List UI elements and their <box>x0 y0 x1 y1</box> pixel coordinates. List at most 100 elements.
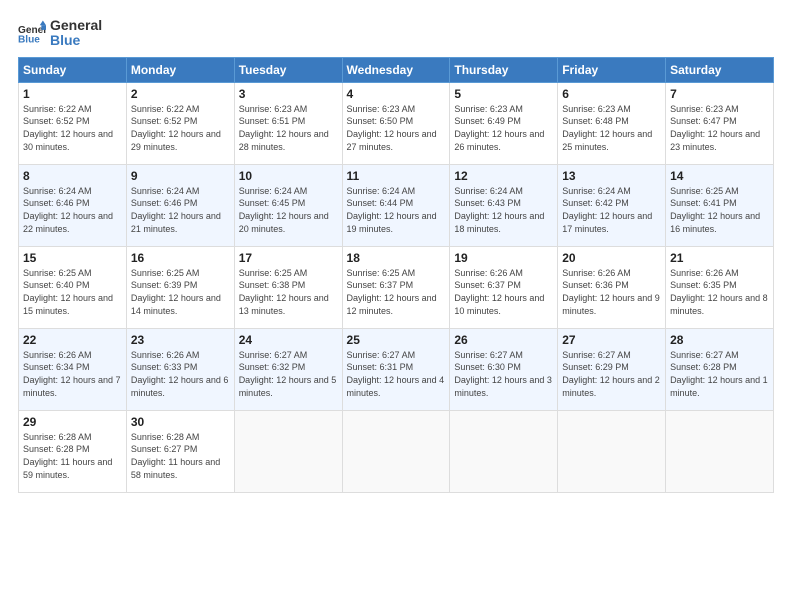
day-info: Sunrise: 6:25 AMSunset: 6:41 PMDaylight:… <box>670 185 769 235</box>
calendar-cell: 2 Sunrise: 6:22 AMSunset: 6:52 PMDayligh… <box>126 82 234 164</box>
calendar-cell: 23 Sunrise: 6:26 AMSunset: 6:33 PMDaylig… <box>126 328 234 410</box>
day-info: Sunrise: 6:23 AMSunset: 6:48 PMDaylight:… <box>562 103 661 153</box>
day-info: Sunrise: 6:24 AMSunset: 6:46 PMDaylight:… <box>131 185 230 235</box>
calendar-cell: 28 Sunrise: 6:27 AMSunset: 6:28 PMDaylig… <box>666 328 774 410</box>
day-info: Sunrise: 6:22 AMSunset: 6:52 PMDaylight:… <box>23 103 122 153</box>
day-header-friday: Friday <box>558 57 666 82</box>
calendar-cell: 10 Sunrise: 6:24 AMSunset: 6:45 PMDaylig… <box>234 164 342 246</box>
day-number: 3 <box>239 87 338 101</box>
week-row-2: 8 Sunrise: 6:24 AMSunset: 6:46 PMDayligh… <box>19 164 774 246</box>
day-info: Sunrise: 6:24 AMSunset: 6:42 PMDaylight:… <box>562 185 661 235</box>
day-header-saturday: Saturday <box>666 57 774 82</box>
calendar-cell: 25 Sunrise: 6:27 AMSunset: 6:31 PMDaylig… <box>342 328 450 410</box>
logo: General Blue General Blue <box>18 18 102 49</box>
day-info: Sunrise: 6:25 AMSunset: 6:40 PMDaylight:… <box>23 267 122 317</box>
day-number: 30 <box>131 415 230 429</box>
day-info: Sunrise: 6:26 AMSunset: 6:34 PMDaylight:… <box>23 349 122 399</box>
calendar-cell: 27 Sunrise: 6:27 AMSunset: 6:29 PMDaylig… <box>558 328 666 410</box>
day-number: 24 <box>239 333 338 347</box>
day-number: 25 <box>347 333 446 347</box>
day-info: Sunrise: 6:27 AMSunset: 6:31 PMDaylight:… <box>347 349 446 399</box>
calendar-cell: 21 Sunrise: 6:26 AMSunset: 6:35 PMDaylig… <box>666 246 774 328</box>
day-number: 11 <box>347 169 446 183</box>
day-number: 12 <box>454 169 553 183</box>
calendar-page: General Blue General Blue SundayMondayTu… <box>0 0 792 612</box>
calendar-cell: 24 Sunrise: 6:27 AMSunset: 6:32 PMDaylig… <box>234 328 342 410</box>
day-info: Sunrise: 6:28 AMSunset: 6:28 PMDaylight:… <box>23 431 122 481</box>
day-number: 7 <box>670 87 769 101</box>
week-row-5: 29 Sunrise: 6:28 AMSunset: 6:28 PMDaylig… <box>19 410 774 492</box>
day-number: 2 <box>131 87 230 101</box>
day-info: Sunrise: 6:27 AMSunset: 6:30 PMDaylight:… <box>454 349 553 399</box>
day-info: Sunrise: 6:24 AMSunset: 6:45 PMDaylight:… <box>239 185 338 235</box>
day-number: 23 <box>131 333 230 347</box>
calendar-cell: 6 Sunrise: 6:23 AMSunset: 6:48 PMDayligh… <box>558 82 666 164</box>
day-number: 8 <box>23 169 122 183</box>
calendar-cell: 12 Sunrise: 6:24 AMSunset: 6:43 PMDaylig… <box>450 164 558 246</box>
calendar-body: 1 Sunrise: 6:22 AMSunset: 6:52 PMDayligh… <box>19 82 774 492</box>
calendar-cell: 20 Sunrise: 6:26 AMSunset: 6:36 PMDaylig… <box>558 246 666 328</box>
calendar-cell: 17 Sunrise: 6:25 AMSunset: 6:38 PMDaylig… <box>234 246 342 328</box>
day-number: 14 <box>670 169 769 183</box>
day-info: Sunrise: 6:26 AMSunset: 6:36 PMDaylight:… <box>562 267 661 317</box>
day-info: Sunrise: 6:23 AMSunset: 6:49 PMDaylight:… <box>454 103 553 153</box>
calendar-cell: 11 Sunrise: 6:24 AMSunset: 6:44 PMDaylig… <box>342 164 450 246</box>
calendar-cell: 26 Sunrise: 6:27 AMSunset: 6:30 PMDaylig… <box>450 328 558 410</box>
calendar-cell: 29 Sunrise: 6:28 AMSunset: 6:28 PMDaylig… <box>19 410 127 492</box>
day-number: 21 <box>670 251 769 265</box>
day-info: Sunrise: 6:27 AMSunset: 6:29 PMDaylight:… <box>562 349 661 399</box>
day-number: 29 <box>23 415 122 429</box>
day-number: 17 <box>239 251 338 265</box>
calendar-cell: 7 Sunrise: 6:23 AMSunset: 6:47 PMDayligh… <box>666 82 774 164</box>
calendar-table: SundayMondayTuesdayWednesdayThursdayFrid… <box>18 57 774 493</box>
day-number: 13 <box>562 169 661 183</box>
week-row-4: 22 Sunrise: 6:26 AMSunset: 6:34 PMDaylig… <box>19 328 774 410</box>
calendar-cell: 14 Sunrise: 6:25 AMSunset: 6:41 PMDaylig… <box>666 164 774 246</box>
day-header-wednesday: Wednesday <box>342 57 450 82</box>
day-number: 20 <box>562 251 661 265</box>
day-info: Sunrise: 6:28 AMSunset: 6:27 PMDaylight:… <box>131 431 230 481</box>
calendar-cell: 4 Sunrise: 6:23 AMSunset: 6:50 PMDayligh… <box>342 82 450 164</box>
day-number: 28 <box>670 333 769 347</box>
day-info: Sunrise: 6:26 AMSunset: 6:35 PMDaylight:… <box>670 267 769 317</box>
day-number: 18 <box>347 251 446 265</box>
day-number: 9 <box>131 169 230 183</box>
day-number: 1 <box>23 87 122 101</box>
calendar-cell <box>450 410 558 492</box>
calendar-cell: 19 Sunrise: 6:26 AMSunset: 6:37 PMDaylig… <box>450 246 558 328</box>
day-info: Sunrise: 6:24 AMSunset: 6:44 PMDaylight:… <box>347 185 446 235</box>
day-number: 5 <box>454 87 553 101</box>
day-number: 6 <box>562 87 661 101</box>
day-info: Sunrise: 6:23 AMSunset: 6:51 PMDaylight:… <box>239 103 338 153</box>
day-info: Sunrise: 6:25 AMSunset: 6:37 PMDaylight:… <box>347 267 446 317</box>
calendar-cell: 13 Sunrise: 6:24 AMSunset: 6:42 PMDaylig… <box>558 164 666 246</box>
logo-icon: General Blue <box>18 19 46 47</box>
calendar-cell: 8 Sunrise: 6:24 AMSunset: 6:46 PMDayligh… <box>19 164 127 246</box>
day-info: Sunrise: 6:23 AMSunset: 6:50 PMDaylight:… <box>347 103 446 153</box>
day-number: 10 <box>239 169 338 183</box>
day-number: 22 <box>23 333 122 347</box>
day-number: 26 <box>454 333 553 347</box>
day-info: Sunrise: 6:26 AMSunset: 6:33 PMDaylight:… <box>131 349 230 399</box>
day-info: Sunrise: 6:27 AMSunset: 6:32 PMDaylight:… <box>239 349 338 399</box>
day-number: 15 <box>23 251 122 265</box>
calendar-cell <box>666 410 774 492</box>
day-info: Sunrise: 6:25 AMSunset: 6:39 PMDaylight:… <box>131 267 230 317</box>
day-header-sunday: Sunday <box>19 57 127 82</box>
logo-blue: Blue <box>50 33 102 48</box>
calendar-cell: 16 Sunrise: 6:25 AMSunset: 6:39 PMDaylig… <box>126 246 234 328</box>
day-header-tuesday: Tuesday <box>234 57 342 82</box>
day-info: Sunrise: 6:22 AMSunset: 6:52 PMDaylight:… <box>131 103 230 153</box>
calendar-cell: 18 Sunrise: 6:25 AMSunset: 6:37 PMDaylig… <box>342 246 450 328</box>
week-row-1: 1 Sunrise: 6:22 AMSunset: 6:52 PMDayligh… <box>19 82 774 164</box>
calendar-cell: 22 Sunrise: 6:26 AMSunset: 6:34 PMDaylig… <box>19 328 127 410</box>
calendar-cell: 15 Sunrise: 6:25 AMSunset: 6:40 PMDaylig… <box>19 246 127 328</box>
day-info: Sunrise: 6:24 AMSunset: 6:43 PMDaylight:… <box>454 185 553 235</box>
calendar-cell: 3 Sunrise: 6:23 AMSunset: 6:51 PMDayligh… <box>234 82 342 164</box>
calendar-cell: 1 Sunrise: 6:22 AMSunset: 6:52 PMDayligh… <box>19 82 127 164</box>
header: General Blue General Blue <box>18 18 774 49</box>
calendar-cell <box>342 410 450 492</box>
day-number: 27 <box>562 333 661 347</box>
day-info: Sunrise: 6:25 AMSunset: 6:38 PMDaylight:… <box>239 267 338 317</box>
day-number: 4 <box>347 87 446 101</box>
